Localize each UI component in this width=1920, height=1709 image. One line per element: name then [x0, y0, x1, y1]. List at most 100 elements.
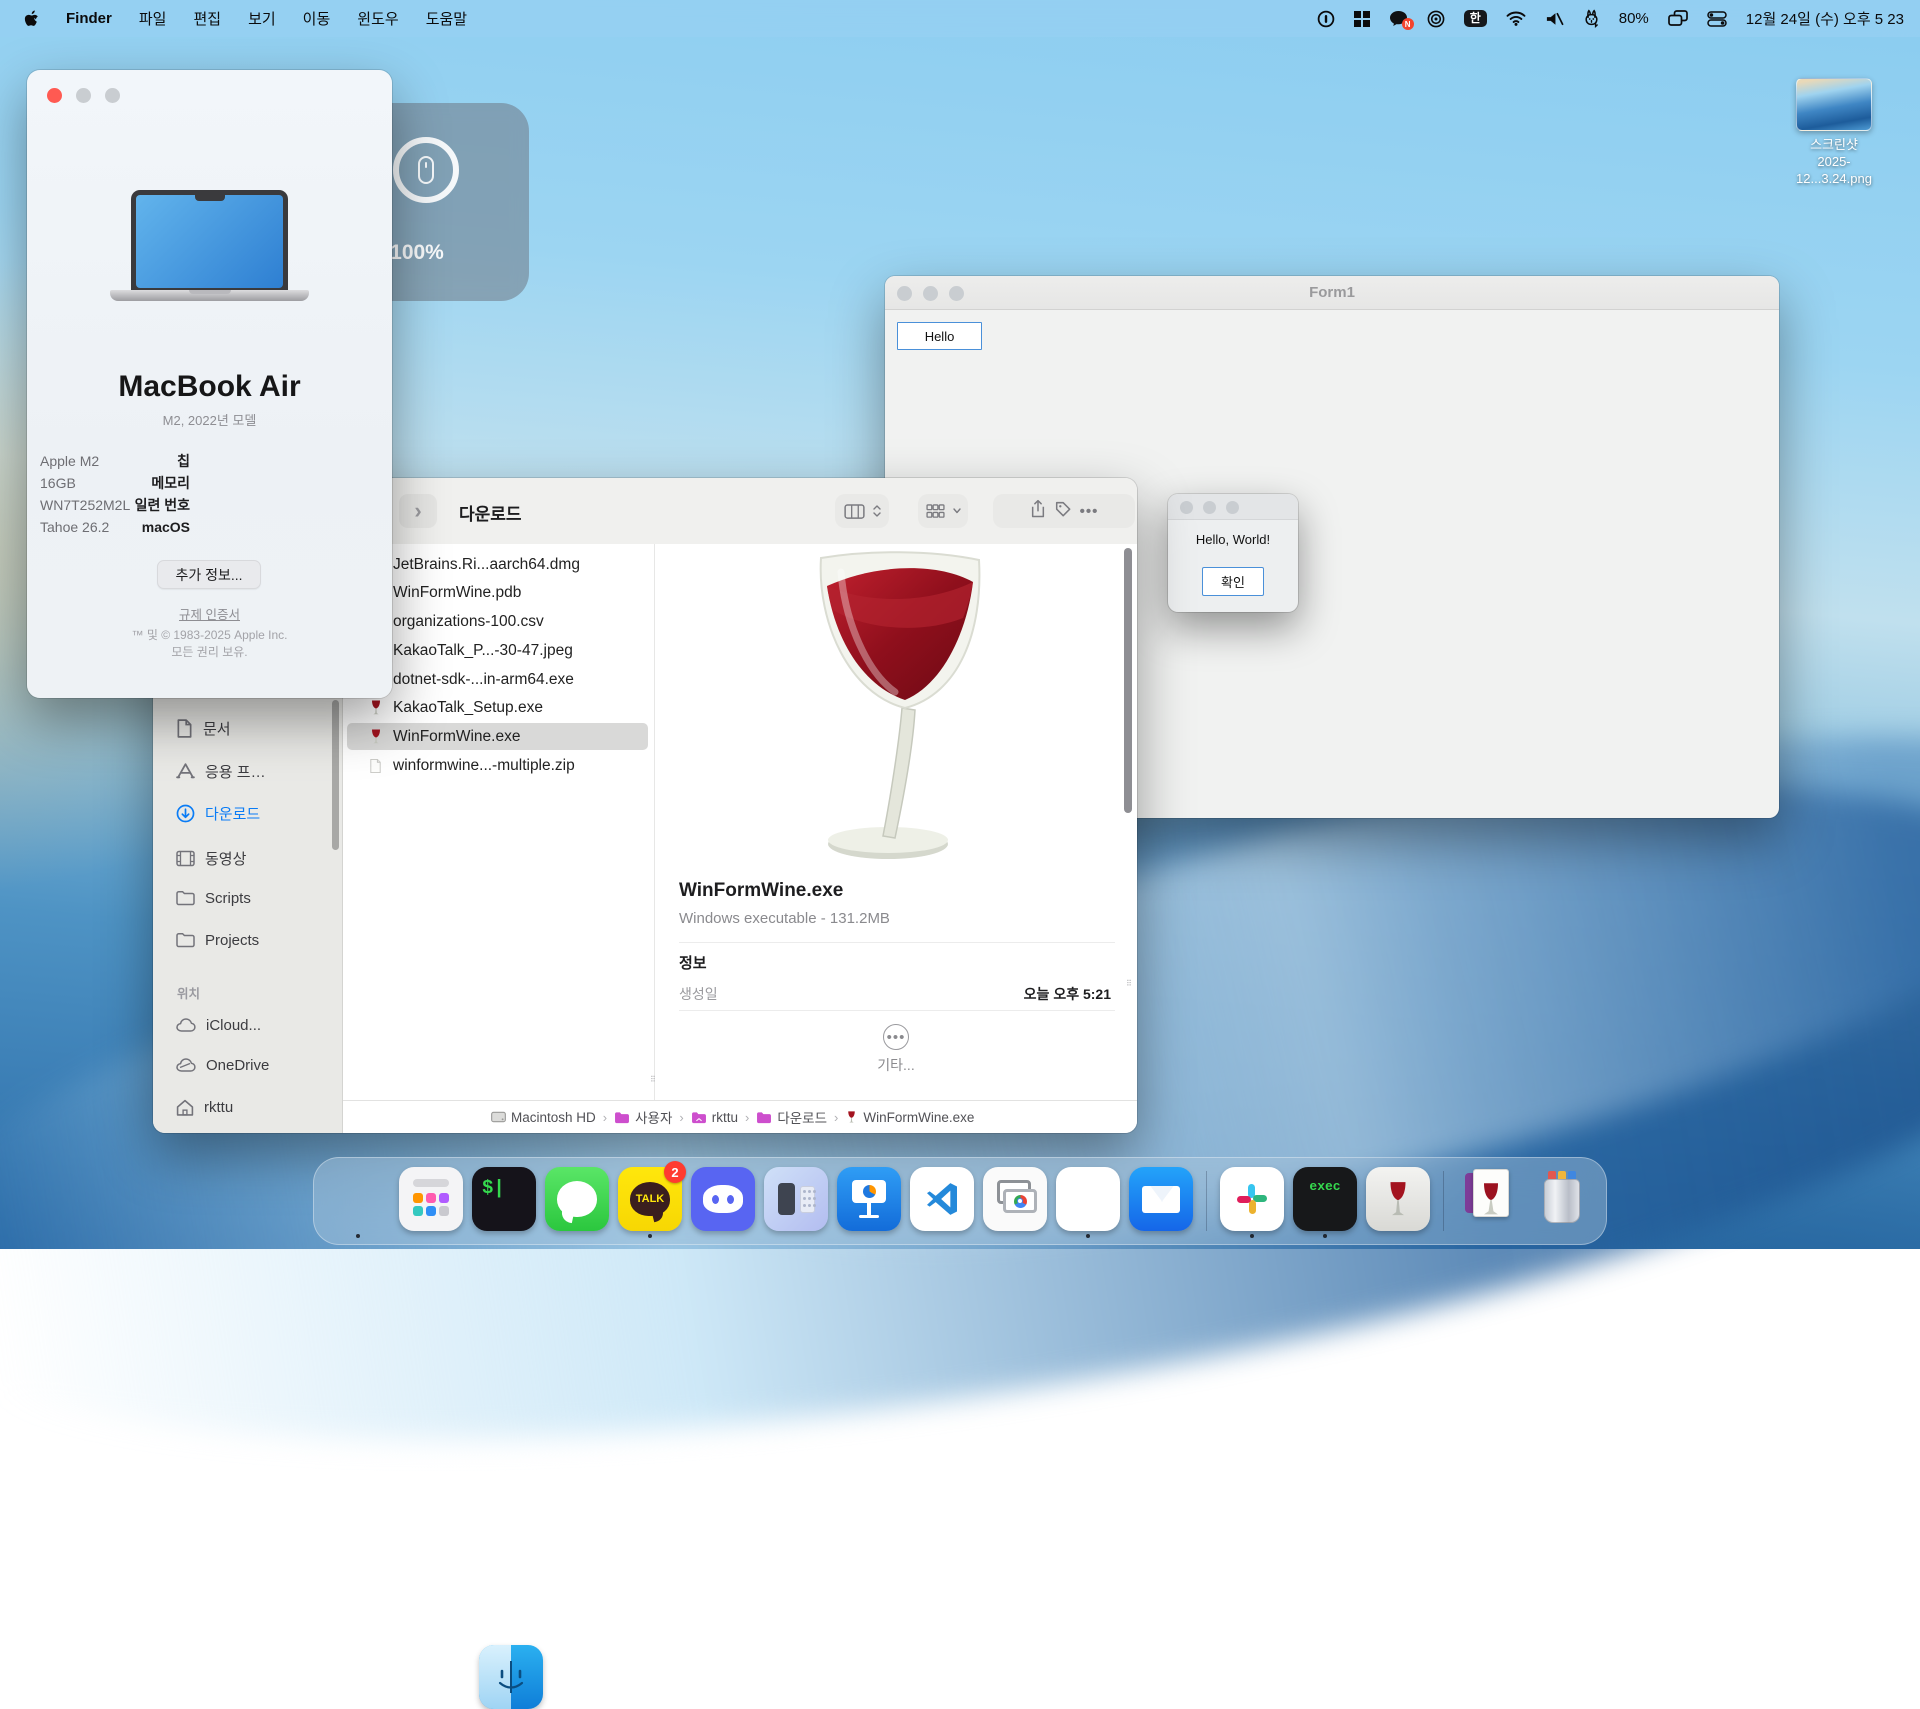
group-by-button[interactable]	[918, 494, 968, 528]
zoom-button[interactable]	[105, 88, 120, 103]
minimize-button[interactable]	[1203, 501, 1216, 514]
path-downloads[interactable]: 다운로드	[756, 1107, 827, 1127]
menu-help[interactable]: 도움말	[426, 8, 467, 29]
dock-mail-icon[interactable]	[1129, 1165, 1193, 1237]
desktop-screenshot-file[interactable]: 스크린샷 2025-12...3.24.png	[1786, 78, 1882, 188]
ok-button[interactable]: 확인	[1202, 567, 1264, 596]
apple-menu-icon[interactable]	[24, 10, 39, 28]
sidebar-section-locations: 위치	[177, 983, 200, 1002]
pane-resize-grip[interactable]: ⠿	[1126, 982, 1135, 990]
dock-vscode-icon[interactable]	[910, 1165, 974, 1237]
running-indicator	[1250, 1234, 1254, 1238]
menu-go[interactable]: 이동	[303, 8, 331, 29]
created-label: 생성일	[679, 984, 718, 1004]
dock-iphone-mirroring-icon[interactable]	[764, 1165, 828, 1237]
dialog-titlebar[interactable]	[1168, 494, 1298, 520]
regulatory-link[interactable]: 규제 인증서	[27, 604, 392, 623]
preview-created-row: 생성일 오늘 오후 5:21	[679, 984, 1111, 1004]
dock-windows-app-icon[interactable]	[1056, 1165, 1120, 1237]
pink-folder-icon	[614, 1111, 630, 1124]
file-row[interactable]: dotnet-sdk-...in-arm64.exe	[347, 666, 648, 693]
dock-slack-icon[interactable]	[1220, 1165, 1284, 1237]
sidebar-item-documents[interactable]: 문서	[167, 712, 330, 744]
dock-kakaotalk-icon[interactable]: 2 TALK	[618, 1165, 682, 1237]
tag-button[interactable]	[1054, 500, 1072, 523]
menu-view[interactable]: 보기	[248, 8, 276, 29]
file-row[interactable]: winformwine...-multiple.zip	[347, 752, 648, 779]
volume-mute-icon[interactable]	[1545, 11, 1564, 27]
control-center-icon[interactable]	[1707, 11, 1727, 27]
file-row[interactable]: KakaoTalk_Setup.exe	[347, 694, 648, 721]
dock-chrome-remote-desktop-icon[interactable]	[983, 1165, 1047, 1237]
zoom-button[interactable]	[1226, 501, 1239, 514]
ellipsis-icon: •••	[883, 1024, 909, 1050]
menu-edit[interactable]: 편집	[193, 8, 221, 29]
file-row[interactable]: JetBrains.Ri...aarch64.dmg	[347, 551, 648, 578]
menu-clock[interactable]: 12월 24일 (수) 오후 5 23	[1746, 8, 1904, 29]
close-button[interactable]	[1180, 501, 1193, 514]
pink-folder-icon	[691, 1111, 707, 1124]
share-button[interactable]	[1030, 499, 1046, 524]
dock-discord-icon[interactable]	[691, 1165, 755, 1237]
menu-window[interactable]: 윈도우	[357, 8, 398, 29]
sidebar-item-onedrive[interactable]: OneDrive	[167, 1049, 330, 1081]
wifi-icon[interactable]	[1506, 11, 1526, 26]
path-users[interactable]: 사용자	[614, 1107, 672, 1127]
sidebar-item-scripts[interactable]: Scripts	[167, 882, 330, 914]
more-actions-button[interactable]: •••	[1080, 503, 1099, 520]
sidebar-item-downloads[interactable]: 다운로드	[167, 797, 330, 829]
dock-finder-icon[interactable]	[326, 1165, 390, 1237]
preview-scrollbar[interactable]	[1124, 548, 1132, 813]
windows-grid-icon[interactable]	[1354, 11, 1370, 27]
one-password-icon[interactable]	[1317, 10, 1335, 28]
hello-button[interactable]: Hello	[897, 322, 982, 350]
kakao-chat-status-icon[interactable]: N	[1389, 10, 1408, 27]
file-row[interactable]: KakaoTalk_P...-30-47.jpeg	[347, 637, 648, 664]
sidebar-item-projects[interactable]: Projects	[167, 924, 330, 956]
form1-titlebar[interactable]: Form1	[885, 276, 1779, 310]
spec-serial: 일련 번호 WN7T252M2L	[27, 498, 392, 512]
minimize-button[interactable]	[923, 286, 938, 301]
close-button[interactable]	[897, 286, 912, 301]
dock-keynote-icon[interactable]	[837, 1165, 901, 1237]
mac-model-title: MacBook Air	[27, 370, 392, 404]
dock-terminal-icon[interactable]: $|	[472, 1165, 536, 1237]
dock-winformwine-document-icon[interactable]	[1457, 1165, 1521, 1237]
file-row-selected[interactable]: WinFormWine.exe	[347, 723, 648, 750]
sidebar-item-home-rkttu[interactable]: rkttu	[167, 1091, 330, 1123]
dock-wine-icon[interactable]	[1366, 1165, 1430, 1237]
dock-exec-icon[interactable]: exec	[1293, 1165, 1357, 1237]
sidebar-item-applications[interactable]: 응용 프…	[167, 755, 330, 787]
dock-launchpad-icon[interactable]	[399, 1165, 463, 1237]
preview-more[interactable]: ••• 기타...	[655, 1024, 1137, 1075]
column-view-button[interactable]	[835, 494, 889, 528]
sidebar-item-icloud[interactable]: iCloud...	[167, 1009, 330, 1041]
path-macintosh-hd[interactable]: Macintosh HD	[491, 1110, 596, 1125]
group-icon	[926, 504, 945, 519]
ollama-icon[interactable]	[1583, 9, 1600, 28]
dock-messages-icon[interactable]	[545, 1165, 609, 1237]
more-info-button[interactable]: 추가 정보...	[157, 560, 261, 589]
zoom-button[interactable]	[949, 286, 964, 301]
input-source-icon[interactable]: 한	[1464, 10, 1487, 27]
file-row[interactable]: WinFormWine.pdb	[347, 579, 648, 606]
display-mirroring-icon[interactable]	[1668, 10, 1688, 27]
forward-button[interactable]: ›	[399, 494, 437, 528]
sidebar-scrollbar[interactable]	[332, 700, 339, 850]
dock-trash-icon[interactable]	[1530, 1165, 1594, 1237]
airplay-receiver-icon[interactable]	[1427, 10, 1445, 28]
hello-world-dialog: Hello, World! 확인	[1168, 494, 1298, 612]
file-row[interactable]: organizations-100.csv	[347, 608, 648, 635]
copyright-line1: ™ 및 © 1983-2025 Apple Inc.	[27, 626, 392, 643]
menu-file[interactable]: 파일	[139, 8, 167, 29]
menu-app-name[interactable]: Finder	[66, 10, 112, 27]
spec-chip: 칩 Apple M2	[27, 454, 392, 468]
minimize-button[interactable]	[76, 88, 91, 103]
finder-preview-pane: WinFormWine.exe Windows executable - 131…	[655, 544, 1137, 1100]
close-button[interactable]	[47, 88, 62, 103]
dialog-message: Hello, World!	[1168, 532, 1298, 547]
path-file[interactable]: WinFormWine.exe	[845, 1110, 974, 1125]
path-home[interactable]: rkttu	[691, 1110, 738, 1125]
battery-percent[interactable]: 80%	[1619, 10, 1649, 27]
sidebar-item-movies[interactable]: 동영상	[167, 842, 330, 874]
